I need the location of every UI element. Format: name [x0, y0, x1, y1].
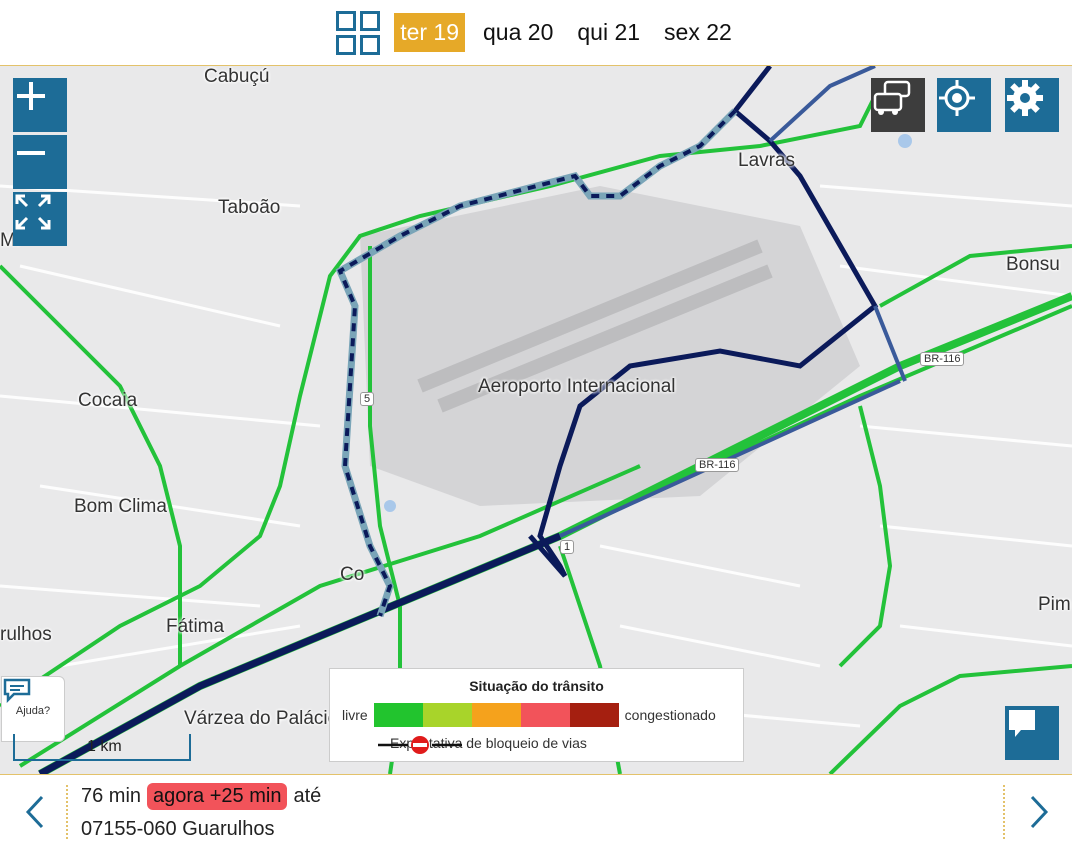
place-label-cabucu: Cabuçú [204, 66, 270, 87]
legend-congested-label: congestionado [624, 707, 716, 723]
grid-icon[interactable] [334, 9, 382, 57]
place-label-rulhos: rulhos [0, 624, 52, 645]
place-label-varzea: Várzea do Palácio [184, 708, 339, 729]
chevron-right-icon[interactable] [1024, 793, 1054, 831]
place-label-lavras: Lavras [738, 150, 796, 171]
day-tab-wed-20[interactable]: qua 20 [477, 13, 559, 52]
trip-info-bar: 76 min agora +25 min até 07155-060 Guaru… [0, 774, 1072, 848]
place-label-bonsu: Bonsu [1006, 254, 1060, 275]
message-icon [1009, 710, 1035, 737]
place-label-fatima: Fátima [166, 616, 225, 637]
divider [1003, 785, 1005, 839]
gear-icon [1007, 80, 1043, 116]
day-tab-tue-19[interactable]: ter 19 [394, 13, 466, 52]
expand-icon [15, 194, 51, 230]
scale-label: 1 km [87, 738, 122, 755]
legend-swatch-moderate [471, 703, 521, 727]
trip-until: até [293, 785, 322, 807]
fit-view-button[interactable] [13, 192, 67, 246]
road-block-icon [378, 736, 462, 754]
road-shield-br: 1 [560, 540, 575, 554]
trip-destination: 07155-060 Guarulhos [81, 818, 275, 840]
traffic-toggle-button[interactable] [871, 78, 925, 132]
map-view[interactable]: Cabuçú Taboão Mi Lavras Bonsu Aeroporto … [0, 66, 1072, 774]
place-label-aeroporto: Aeroporto Internacional [478, 376, 676, 397]
place-label-pim: Pim [1038, 594, 1071, 615]
route-alt-north [768, 66, 876, 143]
report-button[interactable] [1005, 706, 1059, 760]
water-spot [898, 134, 912, 148]
zoom-in-button[interactable] [13, 78, 67, 132]
traffic-legend: Situação do trânsito livre congestionado… [329, 668, 744, 762]
road-shield-br116: BR-116 [695, 458, 740, 472]
zoom-out-button[interactable] [13, 135, 67, 189]
legend-block-row: Expectativa de bloqueio de vias [378, 735, 587, 754]
road-shield-br116: BR-116 [920, 352, 965, 366]
help-label: Ajuda? [15, 705, 51, 717]
legend-free-label: livre [342, 707, 368, 723]
road-shield-sp: 5 [360, 392, 375, 406]
help-button[interactable]: Ajuda? [1, 676, 65, 742]
trip-summary: 76 min agora +25 min até [81, 783, 321, 810]
legend-title: Situação do trânsito [469, 678, 604, 694]
scale-bar: 1 km [13, 734, 191, 761]
legend-swatch-light [422, 703, 472, 727]
divider [66, 785, 68, 839]
delay-badge: agora +25 min [147, 783, 288, 810]
chevron-left-icon[interactable] [20, 793, 50, 831]
settings-button[interactable] [1005, 78, 1059, 132]
water-spot [384, 500, 396, 512]
locate-button[interactable] [937, 78, 991, 132]
chat-bubble-icon [3, 678, 31, 703]
place-label-bom-clima: Bom Clima [74, 496, 167, 517]
legend-scale-row: livre congestionado [342, 703, 716, 727]
car-traffic-icon [873, 80, 911, 115]
legend-swatch-heavy [520, 703, 570, 727]
day-tab-thu-21[interactable]: qui 21 [571, 13, 646, 52]
airport-area [360, 186, 860, 506]
trip-duration: 76 min [81, 785, 142, 807]
legend-swatch-congested [569, 703, 619, 727]
day-tab-fri-22[interactable]: sex 22 [658, 13, 738, 52]
plus-icon [17, 82, 45, 110]
legend-swatch-free [373, 703, 423, 727]
place-label-co: Co [340, 564, 365, 585]
day-selector-bar: ter 19 qua 20 qui 21 sex 22 [0, 0, 1072, 66]
minus-icon [17, 151, 45, 155]
place-label-cocaia: Cocaia [78, 390, 138, 411]
target-icon [939, 80, 975, 116]
place-label-taboao: Taboão [218, 197, 281, 218]
